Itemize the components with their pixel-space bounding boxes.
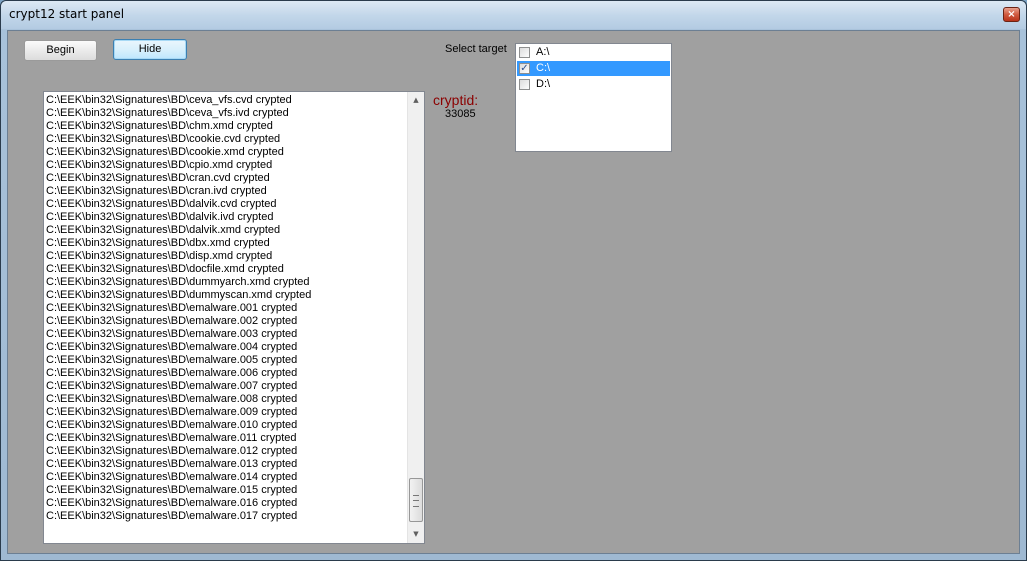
log-line: C:\EEK\bin32\Signatures\BD\emalware.011 … — [46, 432, 297, 444]
target-drive-item[interactable]: ✓ C:\ — [517, 61, 670, 76]
log-line: C:\EEK\bin32\Signatures\BD\cran.ivd cryp… — [46, 185, 267, 197]
cryptid-label: cryptid: — [433, 92, 479, 108]
log-line: C:\EEK\bin32\Signatures\BD\cran.cvd cryp… — [46, 172, 270, 184]
drive-checkbox[interactable]: ✓ — [519, 63, 530, 74]
drive-checkbox[interactable] — [519, 47, 530, 58]
log-line: C:\EEK\bin32\Signatures\BD\emalware.010 … — [46, 419, 298, 431]
begin-button[interactable]: Begin — [24, 40, 97, 61]
scroll-up-arrow-icon[interactable]: ▲ — [408, 92, 424, 109]
log-line: C:\EEK\bin32\Signatures\BD\emalware.007 … — [46, 380, 298, 392]
log-line: C:\EEK\bin32\Signatures\BD\emalware.006 … — [46, 367, 298, 379]
log-line: C:\EEK\bin32\Signatures\BD\disp.xmd cryp… — [46, 250, 273, 262]
window-title: crypt12 start panel — [9, 7, 125, 21]
drive-label: A:\ — [536, 46, 550, 58]
log-line: C:\EEK\bin32\Signatures\BD\emalware.004 … — [46, 341, 298, 353]
target-drive-list[interactable]: A:\ ✓ C:\ D:\ — [515, 43, 672, 152]
app-window: crypt12 start panel × Begin Hide C:\EEK\… — [0, 0, 1027, 561]
log-line: C:\EEK\bin32\Signatures\BD\emalware.017 … — [46, 510, 298, 522]
log-line: C:\EEK\bin32\Signatures\BD\dummyscan.xmd… — [46, 289, 312, 301]
hide-button[interactable]: Hide — [113, 39, 187, 60]
log-line: C:\EEK\bin32\Signatures\BD\dalvik.cvd cr… — [46, 198, 277, 210]
log-line: C:\EEK\bin32\Signatures\BD\cookie.xmd cr… — [46, 146, 284, 158]
log-line: C:\EEK\bin32\Signatures\BD\ceva_vfs.cvd … — [46, 94, 292, 106]
grip-icon — [413, 495, 419, 507]
log-line: C:\EEK\bin32\Signatures\BD\dalvik.xmd cr… — [46, 224, 281, 236]
log-lines: C:\EEK\bin32\Signatures\BD\ceva_vfs.cvd … — [46, 94, 406, 523]
log-line: C:\EEK\bin32\Signatures\BD\emalware.012 … — [46, 445, 298, 457]
log-line: C:\EEK\bin32\Signatures\BD\emalware.008 … — [46, 393, 298, 405]
drive-checkbox[interactable] — [519, 79, 530, 90]
cryptid-value: 33085 — [445, 108, 476, 120]
log-line: C:\EEK\bin32\Signatures\BD\emalware.013 … — [46, 458, 298, 470]
title-bar[interactable]: crypt12 start panel × — [1, 1, 1026, 29]
scroll-down-arrow-icon[interactable]: ▼ — [408, 526, 424, 543]
log-scrollbar[interactable]: ▲ ▼ — [407, 92, 424, 543]
log-line: C:\EEK\bin32\Signatures\BD\emalware.005 … — [46, 354, 298, 366]
close-button[interactable]: × — [1003, 7, 1020, 22]
log-line: C:\EEK\bin32\Signatures\BD\dummyarch.xmd… — [46, 276, 310, 288]
log-line: C:\EEK\bin32\Signatures\BD\cookie.cvd cr… — [46, 133, 281, 145]
log-line: C:\EEK\bin32\Signatures\BD\emalware.003 … — [46, 328, 298, 340]
target-drive-item[interactable]: D:\ — [517, 77, 670, 92]
log-line: C:\EEK\bin32\Signatures\BD\ceva_vfs.ivd … — [46, 107, 289, 119]
target-drive-item[interactable]: A:\ — [517, 45, 670, 60]
scrollbar-thumb[interactable] — [409, 478, 423, 522]
log-line: C:\EEK\bin32\Signatures\BD\emalware.015 … — [46, 484, 298, 496]
log-line: C:\EEK\bin32\Signatures\BD\docfile.xmd c… — [46, 263, 284, 275]
checkmark-icon: ✓ — [520, 63, 529, 74]
close-icon: × — [1007, 9, 1016, 20]
client-area: Begin Hide C:\EEK\bin32\Signatures\BD\ce… — [7, 30, 1020, 554]
log-line: C:\EEK\bin32\Signatures\BD\emalware.002 … — [46, 315, 298, 327]
drive-label: C:\ — [536, 62, 551, 74]
log-line: C:\EEK\bin32\Signatures\BD\dbx.xmd crypt… — [46, 237, 270, 249]
drive-label: D:\ — [536, 78, 551, 90]
log-line: C:\EEK\bin32\Signatures\BD\cpio.xmd cryp… — [46, 159, 273, 171]
log-line: C:\EEK\bin32\Signatures\BD\emalware.016 … — [46, 497, 298, 509]
log-line: C:\EEK\bin32\Signatures\BD\dalvik.ivd cr… — [46, 211, 274, 223]
log-line: C:\EEK\bin32\Signatures\BD\emalware.014 … — [46, 471, 298, 483]
log-line: C:\EEK\bin32\Signatures\BD\chm.xmd crypt… — [46, 120, 273, 132]
log-line: C:\EEK\bin32\Signatures\BD\emalware.001 … — [46, 302, 298, 314]
crypt-log-list[interactable]: C:\EEK\bin32\Signatures\BD\ceva_vfs.cvd … — [43, 91, 425, 544]
select-target-label: Select target — [445, 43, 507, 55]
log-line: C:\EEK\bin32\Signatures\BD\emalware.009 … — [46, 406, 298, 418]
